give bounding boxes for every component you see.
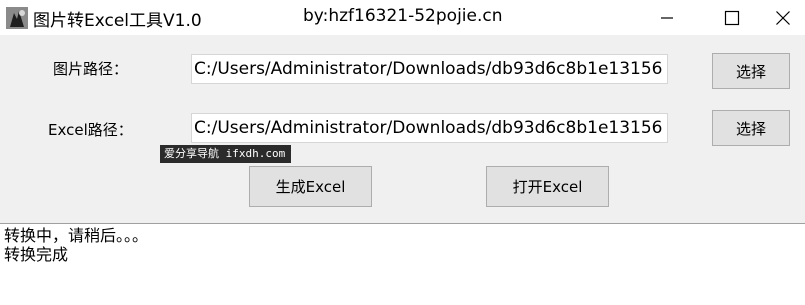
maximize-icon xyxy=(724,10,740,26)
maximize-button[interactable] xyxy=(709,0,755,35)
window-title: 图片转Excel工具V1.0 xyxy=(33,11,202,31)
excel-path-label: Excel路径： xyxy=(48,121,133,139)
excel-path-input[interactable]: C:/Users/Administrator/Downloads/db93d6c… xyxy=(191,113,668,143)
main-window: 图片转Excel工具V1.0 by:hzf16321-52pojie.cn 图片… xyxy=(0,0,805,305)
image-browse-button[interactable]: 选择 xyxy=(712,53,790,89)
minimize-button[interactable] xyxy=(644,0,690,35)
image-path-label: 图片路径： xyxy=(53,60,129,78)
watermark-overlay: 爱分享导航 ifxdh.com xyxy=(160,145,291,163)
close-icon xyxy=(775,10,791,26)
open-excel-button[interactable]: 打开Excel xyxy=(486,166,609,207)
title-bar: 图片转Excel工具V1.0 by:hzf16321-52pojie.cn xyxy=(0,0,805,35)
minimize-icon xyxy=(660,11,674,25)
log-line: 转换完成 xyxy=(4,245,69,264)
close-button[interactable] xyxy=(760,0,805,35)
window-author: by:hzf16321-52pojie.cn xyxy=(303,6,503,26)
excel-browse-button[interactable]: 选择 xyxy=(712,110,790,146)
log-line: 转换中，请稍后。。。 xyxy=(4,226,149,245)
app-icon xyxy=(6,7,28,29)
image-path-input[interactable]: C:/Users/Administrator/Downloads/db93d6c… xyxy=(191,54,668,84)
log-output[interactable]: 转换中，请稍后。。。 转换完成 xyxy=(0,223,805,305)
generate-excel-button[interactable]: 生成Excel xyxy=(249,166,372,207)
